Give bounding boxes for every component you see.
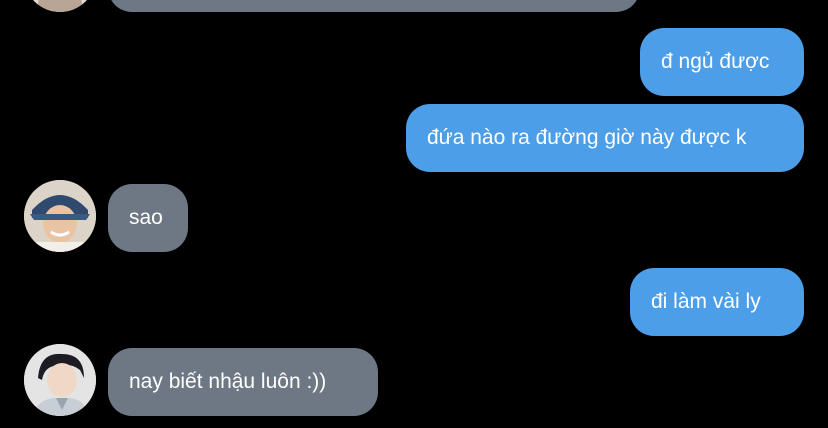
message-text: đi làm vài ly (651, 290, 761, 313)
message-bubble-sent[interactable]: đ ngủ được (640, 28, 804, 96)
contact-avatar[interactable] (24, 0, 96, 12)
contact-avatar[interactable] (24, 180, 96, 252)
message-text: đ ngủ được (661, 50, 770, 73)
user-photo-icon (33, 0, 87, 12)
user-photo-icon (24, 180, 96, 252)
user-photo-icon (24, 344, 96, 416)
message-text: sao (129, 206, 163, 229)
contact-avatar[interactable] (24, 344, 96, 416)
message-text: đứa nào ra đường giờ này được k (427, 126, 747, 149)
chat-thread: đ ngủ được đứa nào ra đường giờ này được… (0, 0, 828, 428)
message-bubble-received[interactable] (108, 0, 640, 12)
message-bubble-received[interactable]: sao (108, 184, 188, 252)
message-text: nay biết nhậu luôn :)) (129, 370, 327, 393)
message-bubble-received[interactable]: nay biết nhậu luôn :)) (108, 348, 378, 416)
message-bubble-sent[interactable]: đứa nào ra đường giờ này được k (406, 104, 804, 172)
message-bubble-sent[interactable]: đi làm vài ly (630, 268, 804, 336)
